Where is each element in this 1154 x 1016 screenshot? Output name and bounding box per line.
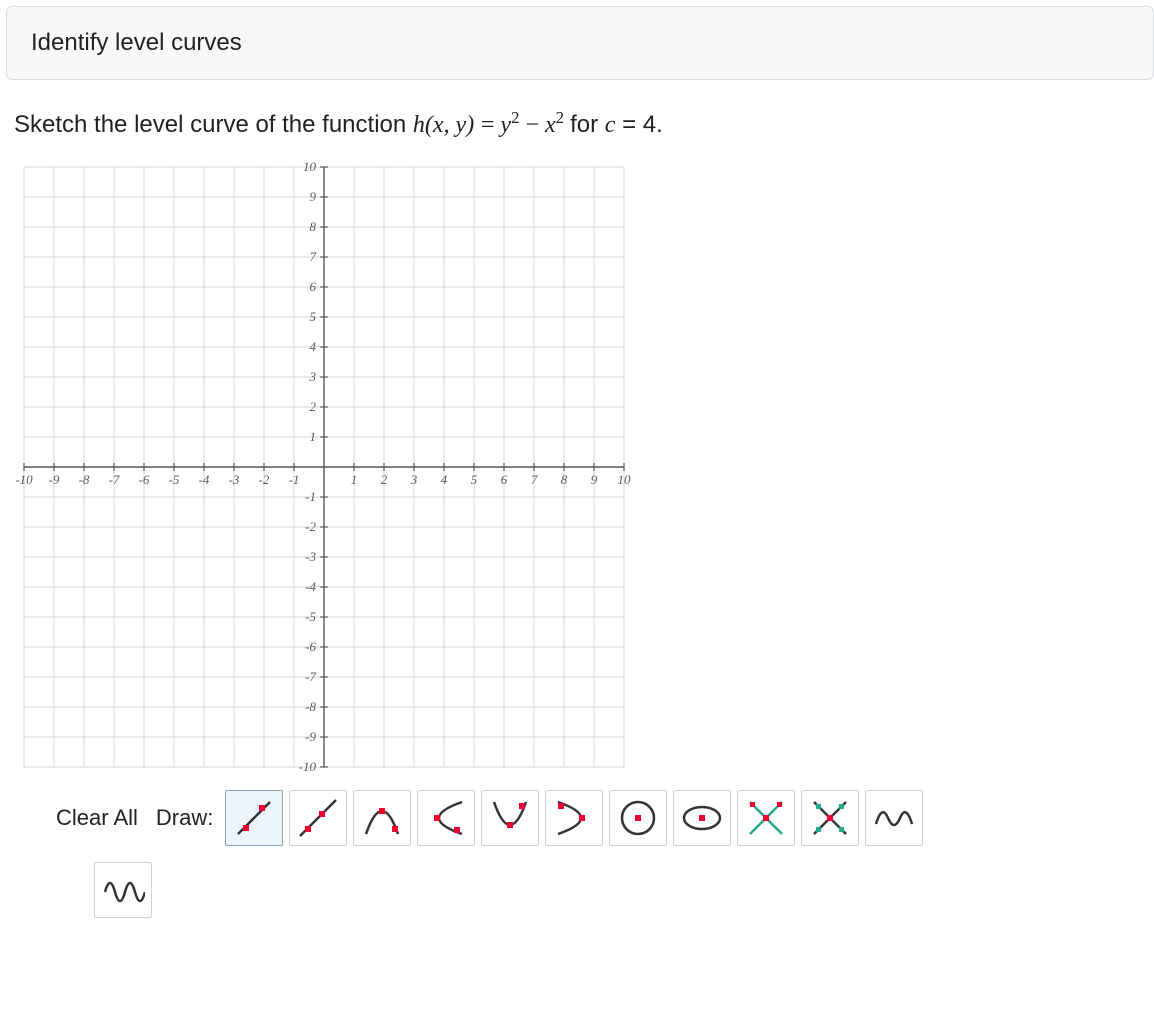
svg-text:-2: -2 bbox=[259, 472, 270, 487]
draw-toolbar: Clear All Draw: bbox=[6, 782, 1154, 852]
svg-text:-7: -7 bbox=[305, 669, 316, 684]
svg-text:-8: -8 bbox=[305, 699, 316, 714]
svg-text:4: 4 bbox=[441, 472, 448, 487]
svg-text:7: 7 bbox=[531, 472, 538, 487]
svg-text:3: 3 bbox=[410, 472, 418, 487]
draw-toolbar-overflow bbox=[50, 854, 1154, 924]
svg-text:3: 3 bbox=[309, 369, 317, 384]
question-text: Sketch the level curve of the function h… bbox=[6, 104, 1154, 157]
draw-label: Draw: bbox=[150, 803, 219, 833]
svg-text:5: 5 bbox=[471, 472, 478, 487]
svg-text:9: 9 bbox=[591, 472, 598, 487]
svg-text:-7: -7 bbox=[109, 472, 120, 487]
svg-text:2: 2 bbox=[381, 472, 388, 487]
svg-text:-5: -5 bbox=[305, 609, 316, 624]
clear-all-button[interactable]: Clear All bbox=[50, 803, 144, 833]
svg-text:4: 4 bbox=[310, 339, 317, 354]
svg-text:-3: -3 bbox=[305, 549, 316, 564]
tool-line-segment-dots[interactable] bbox=[225, 790, 283, 846]
svg-text:-4: -4 bbox=[305, 579, 316, 594]
svg-text:-9: -9 bbox=[305, 729, 316, 744]
svg-text:-3: -3 bbox=[229, 472, 240, 487]
q-prefix: Sketch the level curve of the function bbox=[14, 111, 413, 138]
svg-text:-9: -9 bbox=[49, 472, 60, 487]
svg-text:-5: -5 bbox=[169, 472, 180, 487]
svg-text:-1: -1 bbox=[289, 472, 300, 487]
tool-circle-center[interactable] bbox=[609, 790, 667, 846]
svg-text:-10: -10 bbox=[299, 759, 317, 774]
func-lhs: h(x, y) bbox=[413, 112, 474, 138]
tool-parabola-right[interactable] bbox=[545, 790, 603, 846]
svg-text:1: 1 bbox=[351, 472, 358, 487]
c-value: = 4. bbox=[622, 111, 663, 138]
svg-text:1: 1 bbox=[310, 429, 317, 444]
svg-text:-6: -6 bbox=[139, 472, 150, 487]
tool-ellipse-center[interactable] bbox=[673, 790, 731, 846]
tool-parabola-down[interactable] bbox=[481, 790, 539, 846]
c-var: c bbox=[605, 112, 616, 138]
svg-text:6: 6 bbox=[310, 279, 317, 294]
tool-wave-large[interactable] bbox=[94, 862, 152, 918]
page-header: Identify level curves bbox=[6, 6, 1154, 80]
svg-text:-10: -10 bbox=[15, 472, 33, 487]
tool-parabola-up[interactable] bbox=[353, 790, 411, 846]
tool-wave-small[interactable] bbox=[865, 790, 923, 846]
tool-ray-dots[interactable] bbox=[289, 790, 347, 846]
svg-text:8: 8 bbox=[310, 219, 317, 234]
svg-text:-8: -8 bbox=[79, 472, 90, 487]
svg-text:-2: -2 bbox=[305, 519, 316, 534]
svg-text:6: 6 bbox=[501, 472, 508, 487]
svg-text:9: 9 bbox=[310, 189, 317, 204]
equals-sign: = bbox=[481, 112, 501, 138]
svg-text:10: 10 bbox=[618, 472, 632, 487]
graph-canvas[interactable]: -10 -9 -8 -7 -6 -5 -4 -3 -2 -1 1 2 3 4 5 6 7 8 9 10 -10 -9 -8 -… bbox=[6, 157, 634, 777]
svg-text:-4: -4 bbox=[199, 472, 210, 487]
svg-text:5: 5 bbox=[310, 309, 317, 324]
tool-parabola-left[interactable] bbox=[417, 790, 475, 846]
tool-x-shape-red[interactable] bbox=[737, 790, 795, 846]
svg-text:7: 7 bbox=[310, 249, 317, 264]
tool-x-shape-green[interactable] bbox=[801, 790, 859, 846]
svg-text:8: 8 bbox=[561, 472, 568, 487]
svg-text:-1: -1 bbox=[305, 489, 316, 504]
q-for: for bbox=[570, 111, 605, 138]
svg-text:-6: -6 bbox=[305, 639, 316, 654]
page-title: Identify level curves bbox=[31, 29, 242, 56]
svg-text:10: 10 bbox=[303, 159, 317, 174]
func-rhs: y2 − x2 bbox=[500, 112, 570, 138]
svg-text:2: 2 bbox=[310, 399, 317, 414]
